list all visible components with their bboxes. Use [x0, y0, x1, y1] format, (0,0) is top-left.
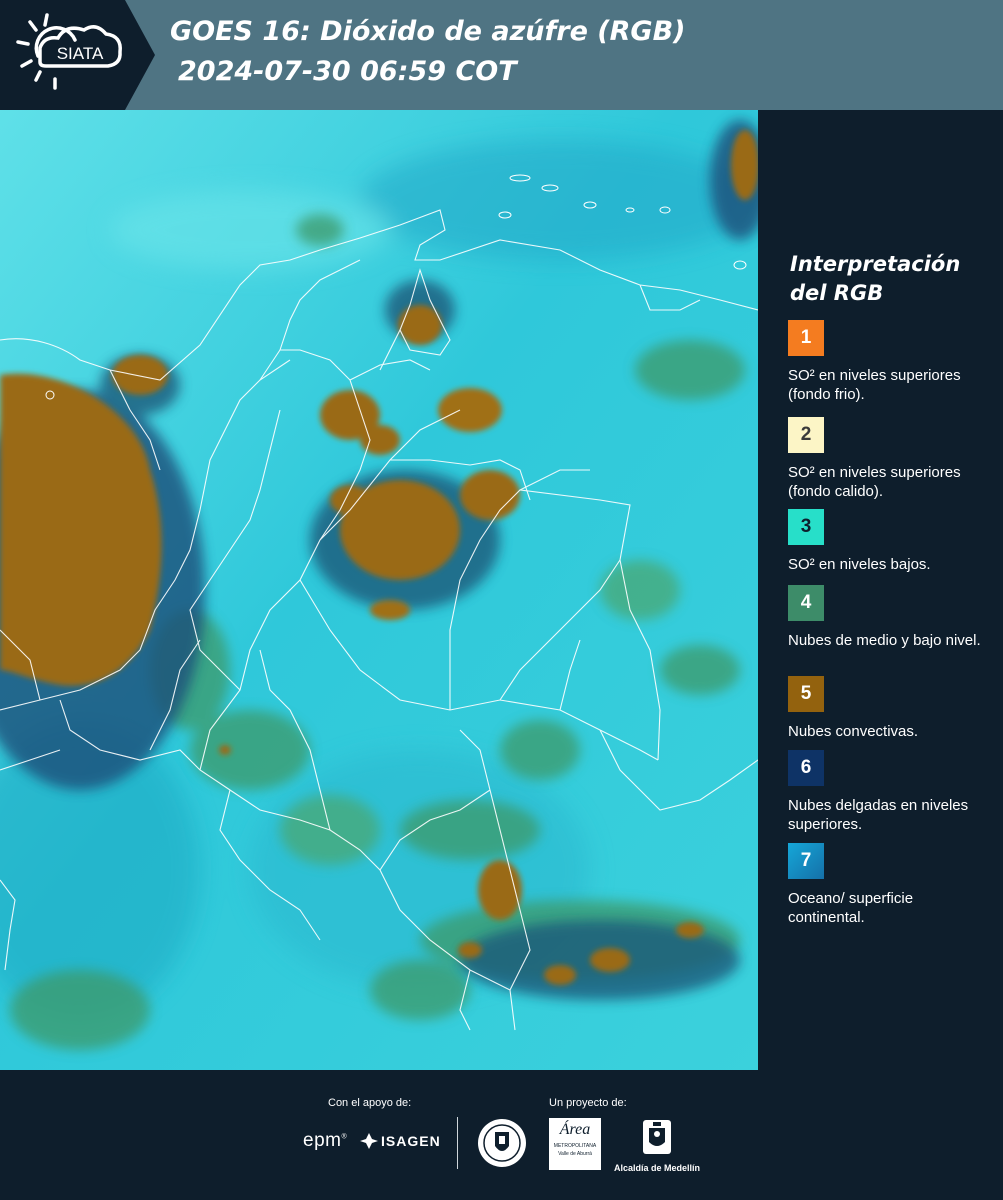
- map-timestamp: 2024-07-30 06:59 COT: [178, 56, 517, 87]
- epm-logo-text: epm: [303, 1130, 342, 1151]
- legend-swatch-7: 7: [788, 843, 824, 879]
- header: SIATA GOES 16: Dióxido de azúfre (RGB) 2…: [0, 0, 1003, 110]
- area-logo-text: Área: [559, 1121, 591, 1138]
- area-metropolitana-logo: Área METROPOLITANA Valle de Aburrá: [549, 1118, 601, 1170]
- legend-title: Interpretación del RGB: [790, 250, 960, 308]
- legend-label-5: Nubes convectivas.: [788, 723, 919, 740]
- legend-item-4: 4 Nubes de medio y bajo nivel.: [788, 585, 988, 650]
- isagen-logo-text: ISAGEN: [381, 1133, 441, 1149]
- legend-swatch-3: 3: [788, 509, 824, 545]
- epm-logo: epm®: [303, 1130, 348, 1151]
- legend-label-4: Nubes de medio y bajo nivel.: [788, 632, 981, 649]
- legend-item-7: 7 Oceano/ superficie continental.: [788, 843, 988, 927]
- legend-item-2: 2 SO² en niveles superiores (fondo calid…: [788, 417, 988, 501]
- legend-title-line1: Interpretación: [790, 252, 961, 276]
- legend-label-3: SO² en niveles bajos.: [788, 556, 931, 573]
- map-title: GOES 16: Dióxido de azúfre (RGB): [170, 16, 686, 47]
- footer: Con el apoyo de: Un proyecto de: epm® IS…: [0, 1070, 1003, 1200]
- legend-panel: Interpretación del RGB 1 SO² en niveles …: [760, 110, 1003, 1070]
- isagen-mark-icon: [360, 1133, 378, 1149]
- isagen-logo: ISAGEN: [360, 1133, 441, 1149]
- area-logo-sub2: Valle de Aburrá: [558, 1151, 592, 1157]
- coat-of-arms-icon: [643, 1120, 671, 1154]
- area-logo-sub1: METROPOLITANA: [553, 1143, 597, 1149]
- legend-label-7: Oceano/ superficie continental.: [788, 890, 914, 926]
- legend-item-1: 1 SO² en niveles superiores (fondo frio)…: [788, 320, 988, 404]
- legend-swatch-4: 4: [788, 585, 824, 621]
- legend-label-2: SO² en niveles superiores (fondo calido)…: [788, 464, 961, 500]
- svg-text:SIATA: SIATA: [57, 44, 104, 63]
- siata-logo: SIATA: [0, 0, 160, 110]
- support-label: Con el apoyo de:: [328, 1097, 412, 1109]
- alcaldia-logo-text: Alcaldía de Medellín: [613, 1163, 701, 1173]
- legend-item-6: 6 Nubes delgadas en niveles superiores.: [788, 750, 988, 834]
- legend-item-5: 5 Nubes convectivas.: [788, 676, 988, 741]
- legend-title-line2: del RGB: [790, 281, 884, 305]
- legend-swatch-5: 5: [788, 676, 824, 712]
- legend-label-6: Nubes delgadas en niveles superiores.: [788, 797, 969, 833]
- legend-swatch-2: 2: [788, 417, 824, 453]
- seal-logo: [477, 1118, 527, 1173]
- footer-divider: [457, 1117, 458, 1169]
- alcaldia-logo: Alcaldía de Medellín: [612, 1118, 702, 1173]
- legend-item-3: 3 SO² en niveles bajos.: [788, 509, 988, 574]
- legend-label-1: SO² en niveles superiores (fondo frio).: [788, 367, 961, 403]
- legend-swatch-1: 1: [788, 320, 824, 356]
- satellite-map: [0, 110, 758, 1070]
- legend-swatch-6: 6: [788, 750, 824, 786]
- project-label: Un proyecto de:: [549, 1097, 627, 1109]
